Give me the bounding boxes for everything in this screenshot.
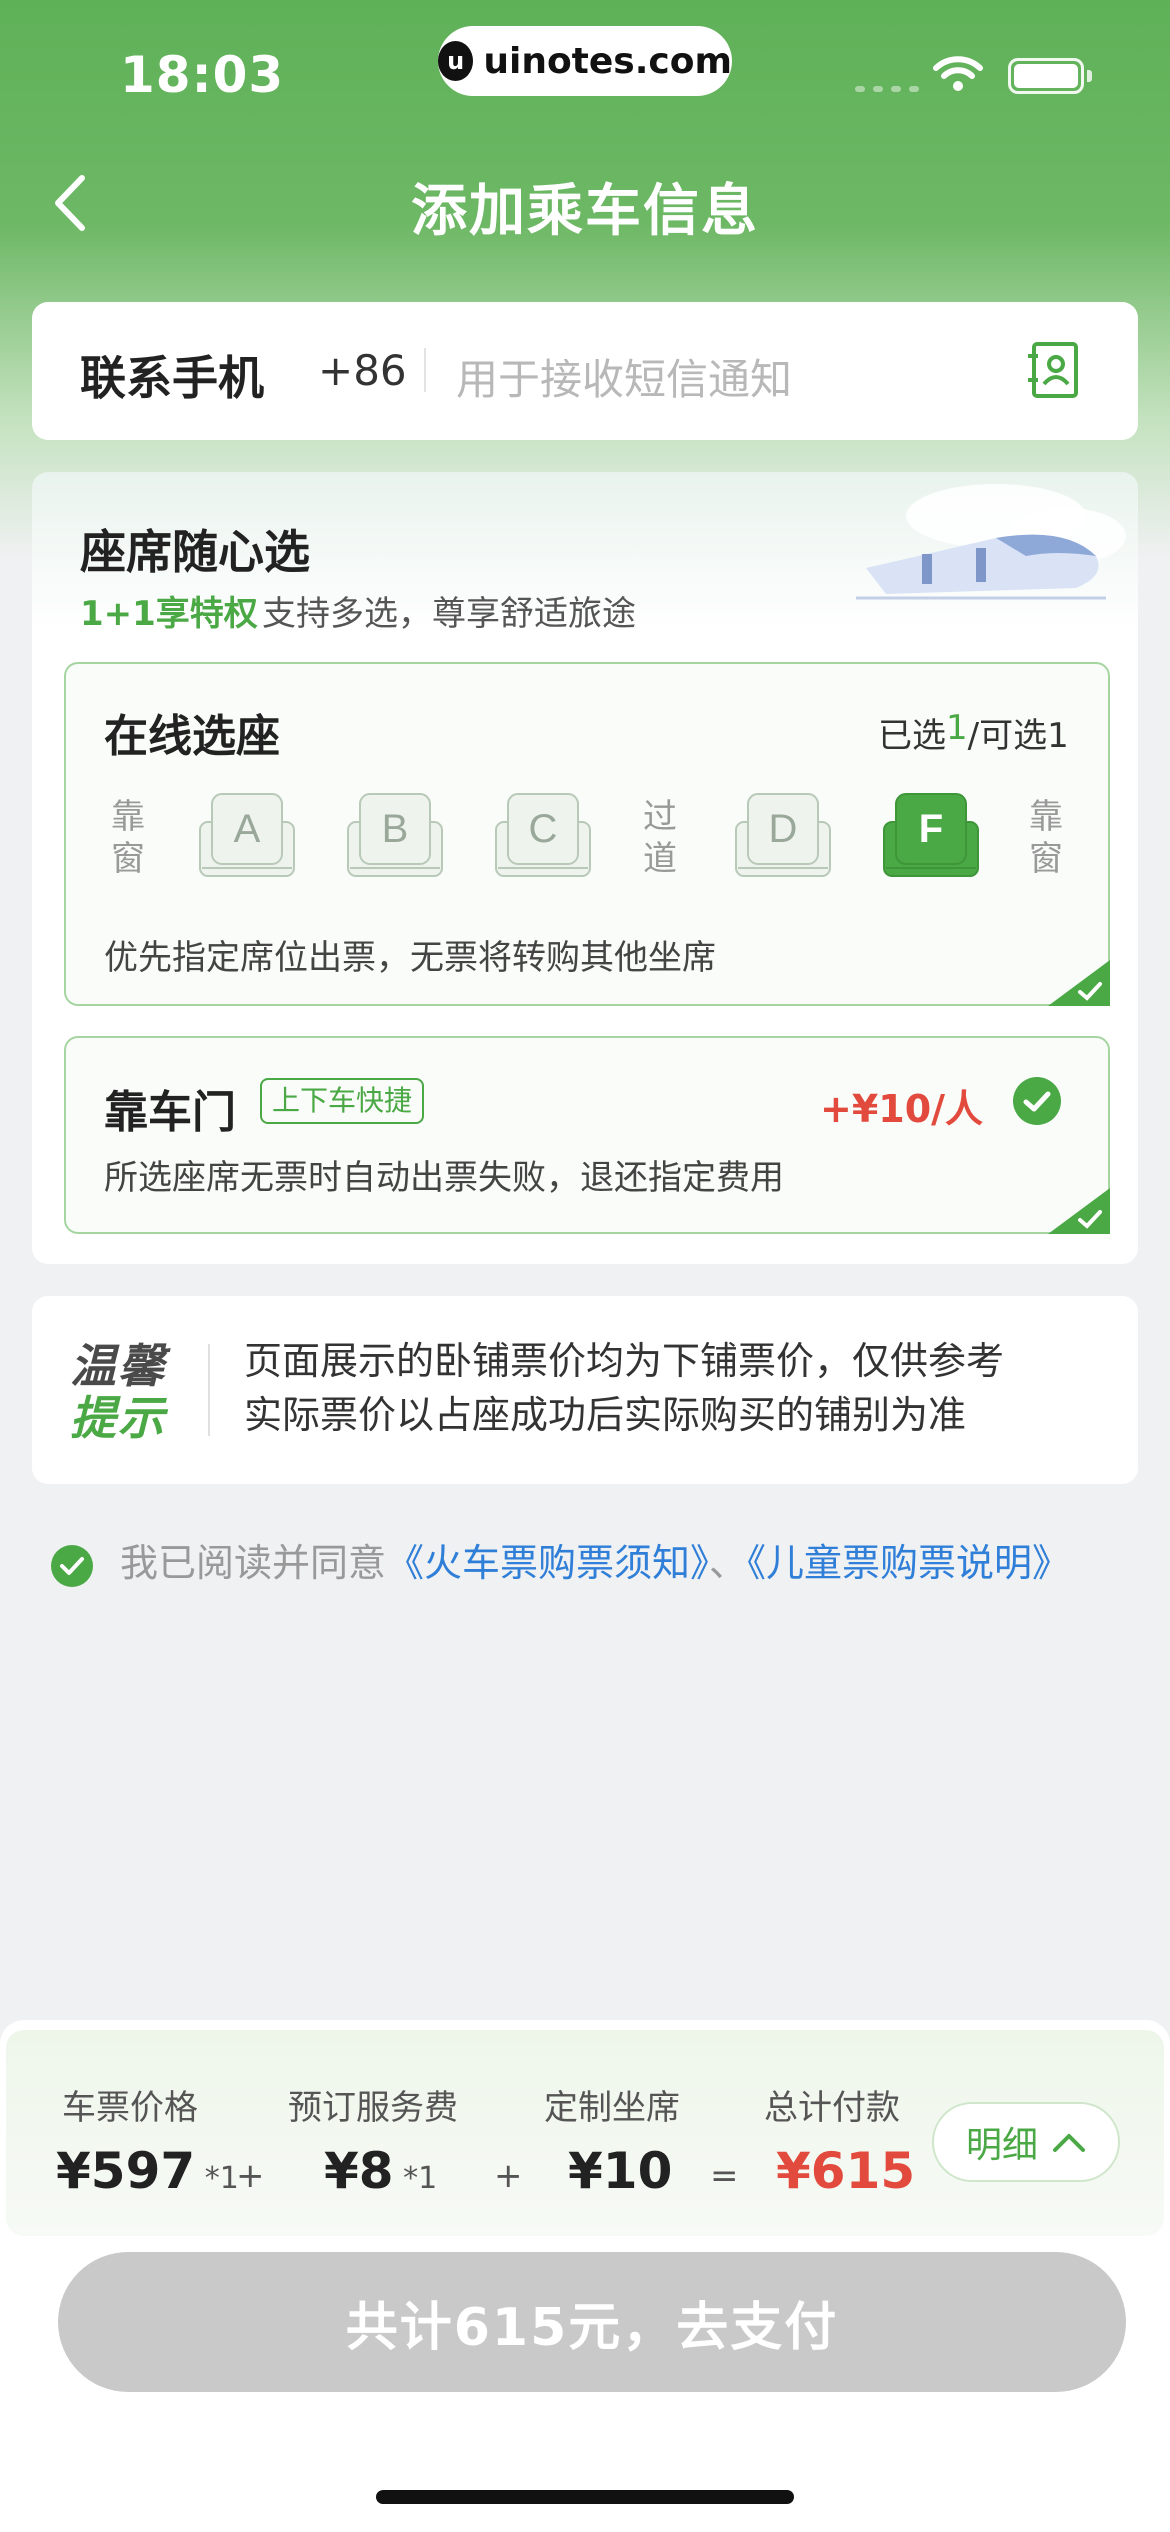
door-tag-badge: 上下车快捷	[260, 1078, 425, 1124]
seat-letter: F	[919, 807, 943, 851]
chevron-up-icon	[1053, 2134, 1085, 2152]
divider	[208, 1344, 210, 1436]
equals-sign: =	[710, 2156, 739, 2196]
url-text: uinotes.com	[483, 40, 732, 82]
seat-a[interactable]: A	[198, 792, 296, 882]
agreement-sep: 、	[709, 1541, 748, 1585]
tips-logo-line1: 温馨	[70, 1339, 166, 1393]
seat-letter: B	[382, 807, 409, 851]
seat-section-subtitle: 支持多选，尊享舒适旅途	[262, 594, 636, 634]
child-ticket-link[interactable]: 《儿童票购票说明》	[747, 1541, 1070, 1585]
train-illustration-icon	[856, 484, 1126, 600]
service-multiplier: *1	[403, 2161, 438, 2196]
aisle-label: 过道	[643, 797, 677, 879]
service-fee-label: 预订服务费	[288, 2088, 458, 2128]
seat-hint: 优先指定席位出票，无票将转购其他坐席	[104, 938, 716, 978]
pay-button[interactable]: 共计615元，去支付	[58, 2252, 1126, 2392]
url-pill[interactable]: u uinotes.com	[438, 26, 732, 96]
seat-section-title: 座席随心选	[80, 525, 310, 579]
detail-label: 明细	[965, 2125, 1038, 2166]
total-label: 总计付款	[764, 2088, 900, 2128]
seat-letter: C	[529, 807, 558, 851]
country-code[interactable]: +86	[318, 346, 407, 395]
tips-text: 页面展示的卧铺票价均为下铺票价，仅供参考 实际票价以占座成功后实际购买的铺别为准	[244, 1334, 1004, 1442]
seat-icon: C	[495, 793, 591, 877]
service-fee-value: ¥8 *1	[324, 2142, 437, 2200]
count-selected: 1	[946, 708, 968, 748]
home-indicator	[376, 2490, 794, 2504]
seat-icon: A	[199, 793, 295, 877]
battery-cap	[1087, 70, 1092, 82]
wifi-icon	[933, 56, 983, 91]
divider	[424, 348, 426, 392]
window-left-label: 靠窗	[111, 797, 145, 879]
seat-icon: F	[883, 793, 979, 877]
agreement-text: 我已阅读并同意《火车票购票须知》、《儿童票购票说明》	[120, 1536, 1130, 1590]
service-fee-amount: ¥8	[324, 2142, 394, 2200]
agreement-prefix: 我已阅读并同意	[120, 1541, 387, 1585]
phone-input[interactable]: 用于接收短信通知	[456, 346, 792, 407]
seat-icon: B	[347, 793, 443, 877]
seat-fee-label: 定制坐席	[544, 2088, 680, 2128]
door-seat-title: 靠车门	[104, 1087, 236, 1138]
seat-d[interactable]: D	[734, 792, 832, 882]
corner-check-icon	[1048, 1188, 1110, 1234]
check-circle-icon[interactable]	[1012, 1076, 1062, 1126]
page-title: 添加乘车信息	[411, 179, 759, 244]
ticket-notice-link[interactable]: 《火车票购票须知》	[386, 1541, 709, 1585]
plus-sign: +	[494, 2156, 523, 2196]
site-logo-icon: u	[438, 41, 474, 81]
privilege-label: 1+1享特权	[80, 594, 258, 634]
corner-check-icon	[1048, 960, 1110, 1006]
online-seat-title: 在线选座	[104, 711, 280, 762]
seat-f[interactable]: F	[882, 792, 980, 882]
signal-icon	[855, 86, 919, 92]
tips-logo-line2: 提示	[70, 1391, 166, 1445]
plus-sign: +	[236, 2156, 265, 2196]
door-seat-desc: 所选座席无票时自动出票失败，退还指定费用	[104, 1158, 784, 1198]
detail-button[interactable]: 明细	[932, 2102, 1120, 2182]
door-price: +¥10/人	[820, 1087, 984, 1131]
count-prefix: 已选	[878, 716, 946, 756]
tips-logo: 温馨 提示	[70, 1340, 166, 1444]
agree-checkbox-icon[interactable]	[50, 1544, 94, 1588]
tips-line2: 实际票价以占座成功后实际购买的铺别为准	[244, 1393, 967, 1437]
window-right-label: 靠窗	[1029, 797, 1063, 879]
ticket-price-value: ¥597 *1	[56, 2142, 239, 2200]
status-time: 18:03	[120, 46, 285, 104]
seat-b[interactable]: B	[346, 792, 444, 882]
ticket-multiplier: *1	[204, 2161, 239, 2196]
ticket-price-label: 车票价格	[62, 2088, 198, 2128]
seat-icon: D	[735, 793, 831, 877]
ticket-price-amount: ¥597	[56, 2142, 196, 2200]
seat-letter: D	[769, 807, 798, 851]
tips-line1: 页面展示的卧铺票价均为下铺票价，仅供参考	[244, 1339, 1005, 1383]
seat-c[interactable]: C	[494, 792, 592, 882]
phone-label: 联系手机	[80, 351, 264, 405]
seat-fee-value: ¥10	[568, 2142, 673, 2200]
battery-icon	[1008, 58, 1084, 94]
seat-count: 已选 1/可选1	[878, 708, 1069, 757]
count-suffix: /可选1	[967, 716, 1069, 756]
contact-book-icon[interactable]	[1026, 340, 1082, 400]
seat-letter: A	[234, 807, 261, 851]
total-value: ¥615	[776, 2142, 916, 2200]
